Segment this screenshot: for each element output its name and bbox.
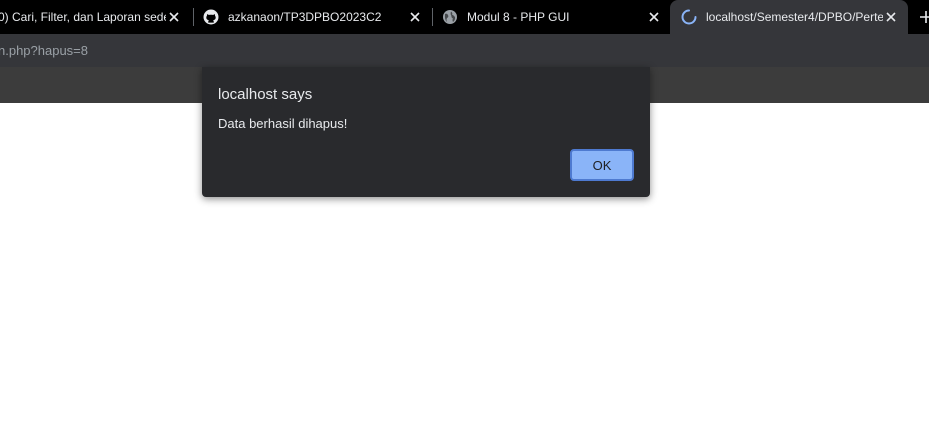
url-text[interactable]: n.php?hapus=8 <box>0 43 88 58</box>
github-icon <box>203 9 219 25</box>
tab-divider <box>432 8 433 26</box>
dialog-title: localhost says <box>218 86 313 103</box>
dialog-message: Data berhasil dihapus! <box>218 116 348 131</box>
globe-icon <box>442 9 458 25</box>
close-icon[interactable] <box>883 9 899 25</box>
address-bar[interactable]: n.php?hapus=8 <box>0 34 929 67</box>
close-icon[interactable] <box>646 9 662 25</box>
tab-strip: 0) Cari, Filter, dan Laporan sede azkana… <box>0 0 929 34</box>
close-icon[interactable] <box>407 9 423 25</box>
tab-title: 0) Cari, Filter, dan Laporan sede <box>0 10 166 24</box>
ok-button[interactable]: OK <box>570 149 634 181</box>
alert-dialog: localhost says Data berhasil dihapus! OK <box>202 67 650 197</box>
tab-modul-8[interactable]: Modul 8 - PHP GUI <box>442 0 668 34</box>
close-icon[interactable] <box>166 9 182 25</box>
loading-spinner-icon <box>681 9 697 25</box>
tab-title: localhost/Semester4/DPBO/Perte <box>706 10 883 24</box>
tab-title: azkanaon/TP3DPBO2023C2 <box>228 10 382 24</box>
new-tab-plus-icon[interactable] <box>918 9 929 25</box>
tab-divider <box>193 8 194 26</box>
tab-localhost-active[interactable]: localhost/Semester4/DPBO/Perte <box>670 0 908 34</box>
tab-title: Modul 8 - PHP GUI <box>467 10 570 24</box>
tab-github-repo[interactable]: azkanaon/TP3DPBO2023C2 <box>203 0 429 34</box>
tab-cari-filter[interactable]: 0) Cari, Filter, dan Laporan sede <box>0 0 188 34</box>
